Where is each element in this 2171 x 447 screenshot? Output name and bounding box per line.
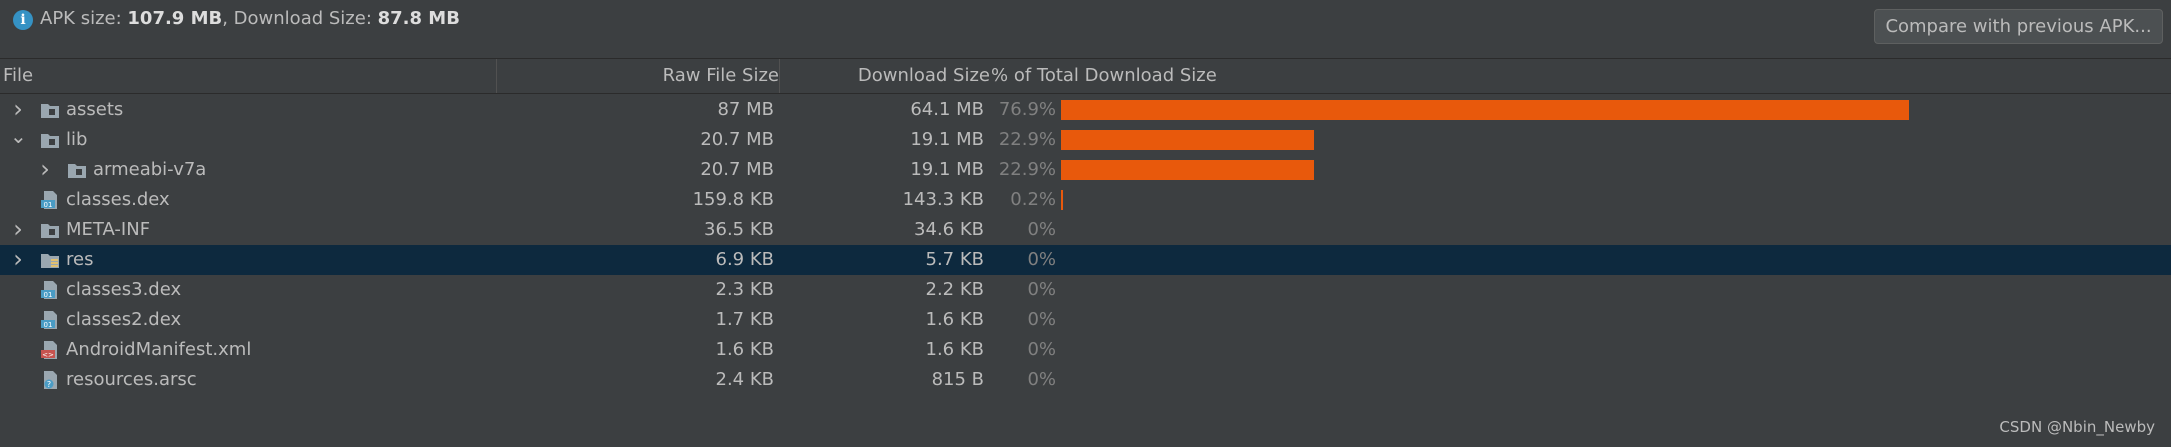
file-name: resources.arsc (66, 369, 197, 390)
file-name: armeabi-v7a (93, 159, 207, 180)
dex-file-icon: 01 (40, 281, 60, 299)
table-row[interactable]: › META-INF 36.5 KB 34.6 KB 0% (0, 215, 2171, 245)
download-percent: 0% (1027, 369, 1056, 390)
download-size-value: 87.8 MB (377, 8, 460, 29)
download-share-bar (1061, 190, 1063, 210)
dex-file-icon: 01 (40, 191, 60, 209)
download-size: 1.6 KB (925, 309, 985, 330)
raw-file-size: 6.9 KB (715, 249, 775, 270)
table-row[interactable]: ⌄ lib 20.7 MB 19.1 MB 22.9% (0, 125, 2171, 155)
download-percent: 0% (1027, 309, 1056, 330)
table-header: File Raw File Size Download Size % of To… (0, 58, 2171, 94)
table-row[interactable]: 01 classes3.dex 2.3 KB 2.2 KB 0% (0, 275, 2171, 305)
download-size: 143.3 KB (902, 189, 984, 210)
table-row[interactable]: ? resources.arsc 2.4 KB 815 B 0% (0, 365, 2171, 395)
svg-text:01: 01 (44, 321, 53, 329)
table-row[interactable]: <> AndroidManifest.xml 1.6 KB 1.6 KB 0% (0, 335, 2171, 365)
compare-apk-button[interactable]: Compare with previous APK... (1874, 9, 2163, 44)
dex-file-icon: 01 (40, 311, 60, 329)
chevron-right-icon[interactable]: › (10, 245, 26, 275)
arsc-file-icon: ? (40, 371, 60, 389)
download-percent: 22.9% (998, 129, 1056, 150)
column-header-download-size[interactable]: Download Size (780, 59, 990, 93)
download-size: 19.1 MB (910, 129, 984, 150)
download-percent: 0% (1027, 279, 1056, 300)
table-row[interactable]: 01 classes.dex 159.8 KB 143.3 KB 0.2% (0, 185, 2171, 215)
summary-bar: i APK size: 107.9 MB, Download Size: 87.… (0, 0, 2171, 56)
file-name: res (66, 249, 94, 270)
svg-text:01: 01 (44, 201, 53, 209)
download-size: 5.7 KB (925, 249, 985, 270)
download-share-bar (1061, 130, 1314, 150)
watermark: CSDN @Nbin_Newby (1999, 418, 2155, 436)
download-share-bar (1061, 160, 1314, 180)
download-percent: 76.9% (998, 99, 1056, 120)
folder-icon (67, 161, 87, 179)
download-size: 19.1 MB (910, 159, 984, 180)
download-share-bar (1061, 100, 1909, 120)
column-header-percent[interactable]: % of Total Download Size (991, 59, 1217, 93)
download-size: 64.1 MB (910, 99, 984, 120)
xml-file-icon: <> (40, 341, 60, 359)
download-percent: 0% (1027, 339, 1056, 360)
apk-size-value: 107.9 MB (127, 8, 223, 29)
chevron-right-icon[interactable]: › (37, 155, 53, 185)
table-row[interactable]: › armeabi-v7a 20.7 MB 19.1 MB 22.9% (0, 155, 2171, 185)
svg-text:<>: <> (42, 351, 54, 359)
raw-file-size: 87 MB (717, 99, 774, 120)
download-percent: 0.2% (1010, 189, 1056, 210)
folder-icon (40, 101, 60, 119)
download-size: 34.6 KB (914, 219, 984, 240)
raw-file-size: 1.7 KB (715, 309, 775, 330)
download-percent: 0% (1027, 249, 1056, 270)
download-size: 815 B (931, 369, 984, 390)
file-name: classes2.dex (66, 309, 182, 330)
svg-text:?: ? (47, 380, 51, 389)
raw-file-size: 20.7 MB (700, 159, 774, 180)
file-name: lib (66, 129, 88, 150)
raw-file-size: 2.3 KB (715, 279, 775, 300)
chevron-right-icon[interactable]: › (10, 215, 26, 245)
download-size: 2.2 KB (925, 279, 985, 300)
file-name: assets (66, 99, 124, 120)
download-percent: 22.9% (998, 159, 1056, 180)
raw-file-size: 1.6 KB (715, 339, 775, 360)
download-percent: 0% (1027, 219, 1056, 240)
file-name: AndroidManifest.xml (66, 339, 252, 360)
raw-file-size: 36.5 KB (704, 219, 774, 240)
raw-file-size: 159.8 KB (692, 189, 774, 210)
chevron-down-icon[interactable]: ⌄ (10, 125, 27, 155)
chevron-right-icon[interactable]: › (10, 95, 26, 125)
file-name: META-INF (66, 219, 151, 240)
file-name: classes.dex (66, 189, 170, 210)
raw-file-size: 2.4 KB (715, 369, 775, 390)
svg-text:01: 01 (44, 291, 53, 299)
file-name: classes3.dex (66, 279, 182, 300)
apk-summary: APK size: 107.9 MB, Download Size: 87.8 … (40, 8, 460, 29)
table-row[interactable]: › res 6.9 KB 5.7 KB 0% (0, 245, 2171, 275)
file-tree-table: › assets 87 MB 64.1 MB 76.9% ⌄ lib 20.7 MB 19.1 … (0, 95, 2171, 395)
table-row[interactable]: 01 classes2.dex 1.7 KB 1.6 KB 0% (0, 305, 2171, 335)
download-size: 1.6 KB (925, 339, 985, 360)
raw-file-size: 20.7 MB (700, 129, 774, 150)
folder-icon (40, 221, 60, 239)
info-icon: i (13, 10, 33, 30)
res-folder-icon (40, 251, 60, 269)
column-header-file[interactable]: File (3, 59, 33, 93)
folder-icon (40, 131, 60, 149)
column-header-raw-size[interactable]: Raw File Size (497, 59, 779, 93)
table-row[interactable]: › assets 87 MB 64.1 MB 76.9% (0, 95, 2171, 125)
